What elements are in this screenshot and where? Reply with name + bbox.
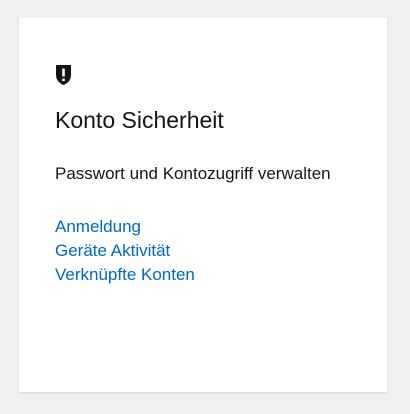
linked-accounts-link[interactable]: Verknüpfte Konten (55, 263, 195, 287)
card-links: Anmeldung Geräte Aktivität Verknüpfte Ko… (55, 215, 351, 287)
account-security-card: Konto Sicherheit Passwort und Kontozugri… (19, 18, 387, 392)
device-activity-link[interactable]: Geräte Aktivität (55, 239, 170, 263)
card-title: Konto Sicherheit (55, 107, 224, 133)
shield-exclamation-icon (56, 65, 71, 85)
card-description: Passwort und Kontozugriff verwalten (55, 164, 331, 183)
signin-link[interactable]: Anmeldung (55, 215, 141, 239)
